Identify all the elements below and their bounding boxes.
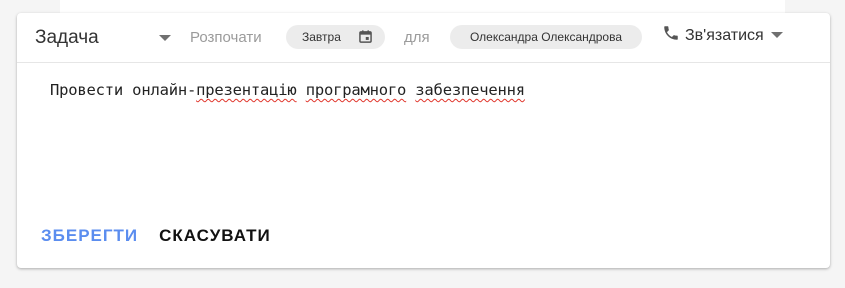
task-description-input[interactable]: Провести онлайн-презентацію програмного … xyxy=(50,81,525,99)
misspelled-word: презентацію xyxy=(196,81,297,99)
task-editor-header: Задача Розпочати Завтра для Олександра О… xyxy=(17,13,830,63)
due-date-chip[interactable]: Завтра xyxy=(286,25,385,49)
due-date-value: Завтра xyxy=(302,30,341,44)
text-segment: Провести онлайн- xyxy=(50,81,197,99)
misspelled-word: забезпечення xyxy=(415,81,525,99)
start-label: Розпочати xyxy=(190,29,262,46)
for-label: для xyxy=(404,29,430,46)
assignee-chip[interactable]: Олександра Олександрова xyxy=(450,25,642,49)
caret-down-icon xyxy=(770,31,783,38)
caret-down-icon[interactable] xyxy=(159,35,171,41)
background-strip xyxy=(60,0,785,14)
misspelled-word: програмного xyxy=(305,81,407,99)
task-type-label: Задача xyxy=(35,27,99,48)
phone-icon xyxy=(664,26,678,40)
task-editor-card: Задача Розпочати Завтра для Олександра О… xyxy=(17,13,830,268)
text-segment xyxy=(297,81,306,99)
text-segment xyxy=(406,81,415,99)
save-button[interactable]: Зберегти xyxy=(41,226,138,246)
contact-label: Зв'язатися xyxy=(685,27,764,44)
calendar-icon xyxy=(359,30,372,43)
contact-dropdown[interactable]: Зв'язатися xyxy=(662,23,783,49)
assignee-name: Олександра Олександрова xyxy=(469,30,623,44)
task-type-select[interactable]: Задача xyxy=(35,25,175,51)
cancel-button[interactable]: Скасувати xyxy=(159,226,271,246)
action-bar: Зберегти Скасувати xyxy=(41,226,271,246)
